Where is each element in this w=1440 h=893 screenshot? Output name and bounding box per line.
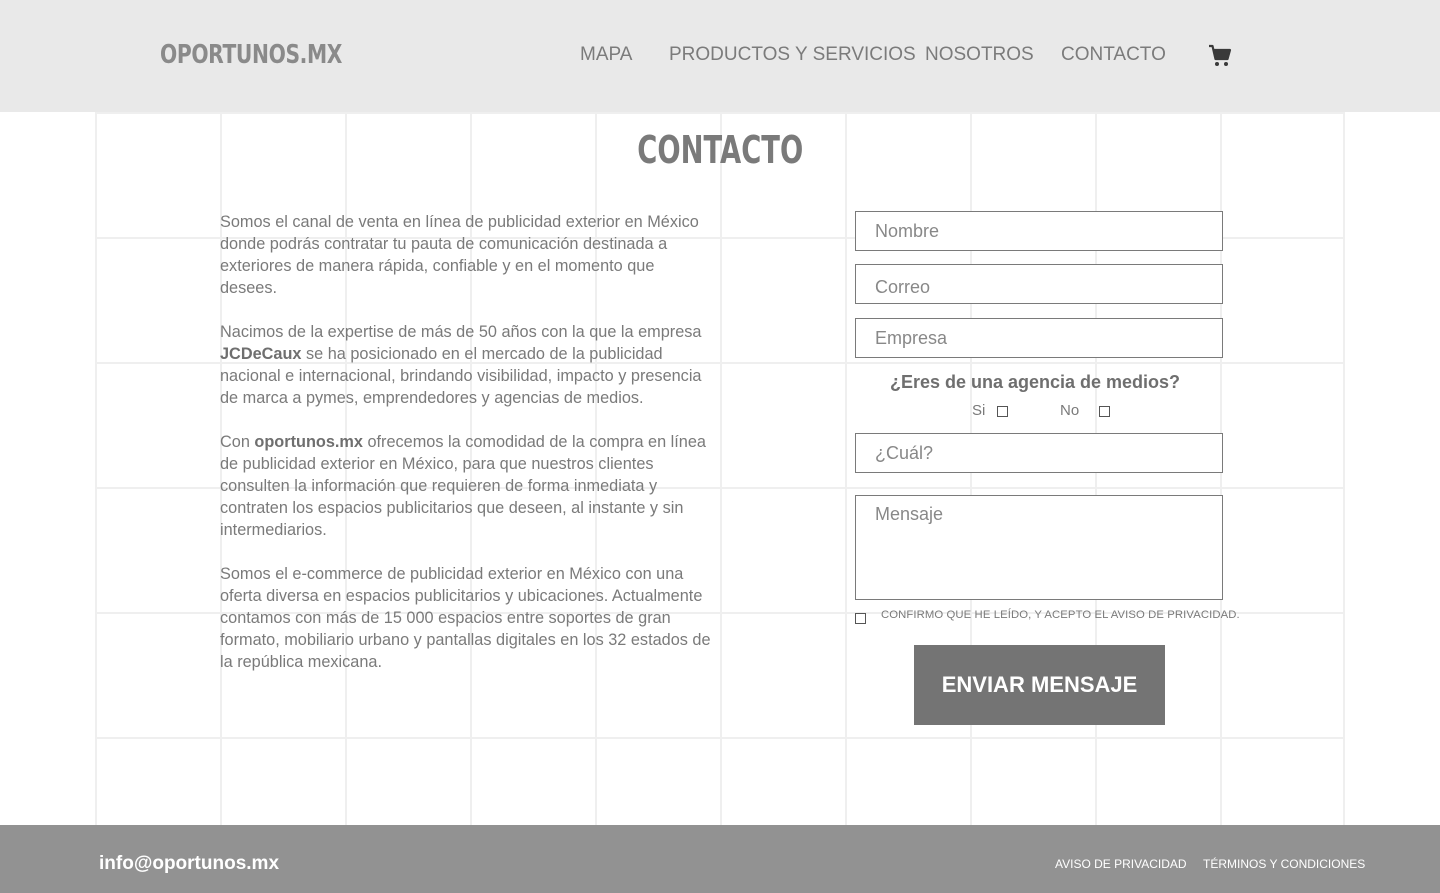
privacy-consent-checkbox[interactable] — [855, 613, 866, 624]
nav-item-productos-y-servicios[interactable]: PRODUCTOS Y SERVICIOS — [669, 44, 916, 66]
intro-p3-text: Con — [220, 433, 255, 451]
brand-jcdecaux: JCDeCaux — [220, 345, 302, 363]
name-placeholder: Nombre — [875, 220, 940, 241]
footer-link-terms[interactable]: TÉRMINOS Y CONDICIONES — [1203, 857, 1365, 871]
intro-text: Somos el canal de venta en línea de publ… — [220, 211, 715, 695]
no-checkbox[interactable] — [1099, 406, 1110, 417]
nav-item-contacto[interactable]: CONTACTO — [1061, 44, 1166, 66]
message-placeholder: Mensaje — [875, 504, 944, 524]
no-label: No — [1060, 402, 1080, 419]
agency-name-field[interactable]: ¿Cuál? — [855, 433, 1223, 473]
send-message-button[interactable]: ENVIAR MENSAJE — [914, 645, 1165, 725]
company-placeholder: Empresa — [875, 327, 948, 348]
footer-email[interactable]: info@oportunos.mx — [99, 853, 279, 875]
site-footer: info@oportunos.mx AVISO DE PRIVACIDAD TÉ… — [0, 825, 1440, 893]
name-field[interactable]: Nombre — [855, 211, 1223, 251]
agency-name-placeholder: ¿Cuál? — [875, 442, 934, 463]
email-placeholder: Correo — [875, 276, 931, 297]
email-field[interactable]: Correo — [855, 264, 1223, 304]
intro-paragraph-1: Somos el canal de venta en línea de publ… — [220, 213, 699, 297]
intro-p2-text: Nacimos de la expertise de más de 50 año… — [220, 323, 702, 341]
company-field[interactable]: Empresa — [855, 318, 1223, 358]
shopping-cart-icon[interactable] — [1208, 44, 1232, 68]
nav-item-nosotros[interactable]: NOSOTROS — [925, 44, 1034, 66]
privacy-consent-label: CONFIRMO QUE HE LEÍDO, Y ACEPTO EL AVISO… — [881, 609, 1240, 621]
agency-question: ¿Eres de una agencia de medios? — [889, 372, 1181, 392]
yes-label: Si — [972, 402, 986, 419]
page-title-wrap: CONTACTO — [0, 128, 1440, 172]
yes-checkbox[interactable] — [997, 406, 1008, 417]
site-header: OPORTUNOS.MX MAPA PRODUCTOS Y SERVICIOS … — [0, 0, 1440, 112]
intro-paragraph-2: Nacimos de la expertise de más de 50 año… — [220, 321, 715, 409]
intro-paragraph-4: Somos el e-commerce de publicidad exteri… — [220, 565, 711, 671]
message-textarea[interactable]: Mensaje — [855, 495, 1223, 600]
page-title: CONTACTO — [637, 128, 803, 172]
brand-oportunos: oportunos.mx — [254, 433, 363, 451]
intro-paragraph-3: Con oportunos.mx ofrecemos la comodidad … — [220, 431, 715, 541]
nav-item-mapa[interactable]: MAPA — [580, 44, 632, 66]
footer-link-privacy[interactable]: AVISO DE PRIVACIDAD — [1055, 857, 1187, 871]
